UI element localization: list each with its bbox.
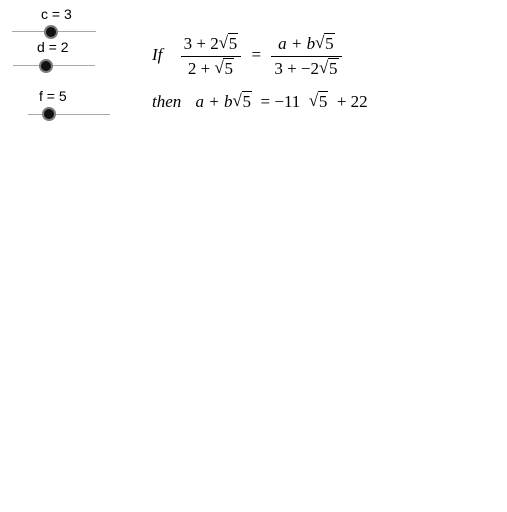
slider-d-handle[interactable] xyxy=(39,59,53,73)
rhs-num-text: a + b xyxy=(278,34,316,53)
sqrt-symbol: √ 5 xyxy=(232,91,253,111)
rhs-den-radicand: 5 xyxy=(328,58,339,78)
slider-c-handle[interactable] xyxy=(44,25,58,39)
then-word: then xyxy=(152,92,182,111)
lhs-den-text: 2 + xyxy=(187,59,215,78)
rhs-num-radicand: 5 xyxy=(324,33,335,53)
result-expr-radicand: 5 xyxy=(241,91,253,111)
slider-d-track[interactable] xyxy=(13,65,95,66)
lhs-num-text: 3 + 2 xyxy=(183,34,219,53)
rhs-den-text: 3 + −2 xyxy=(274,59,320,78)
sqrt-symbol: √ 5 xyxy=(319,58,339,78)
rhs-fraction: a + b √ 5 3 + −2 √ 5 xyxy=(271,33,342,79)
rhs-denominator: 3 + −2 √ 5 xyxy=(271,58,341,79)
sqrt-symbol: √ 5 xyxy=(218,33,239,53)
lhs-numerator: 3 + 2 √ 5 xyxy=(181,33,242,54)
lhs-denominator: 2 + √ 5 xyxy=(181,58,242,79)
slider-f-track[interactable] xyxy=(28,114,110,115)
slider-f-label: f = 5 xyxy=(39,88,67,104)
sqrt-symbol: √ 5 xyxy=(308,91,329,111)
if-word: If xyxy=(152,45,163,65)
sqrt-symbol: √ 5 xyxy=(214,58,234,78)
lhs-den-radicand: 5 xyxy=(223,58,234,78)
sqrt-symbol: √ 5 xyxy=(315,33,335,53)
slider-d-label: d = 2 xyxy=(37,39,69,55)
lhs-fraction: 3 + 2 √ 5 2 + √ 5 xyxy=(180,33,242,79)
slider-c-label: c = 3 xyxy=(41,6,72,22)
equation-result: then a + b √ 5 = −11 √ 5 + 22 xyxy=(152,91,368,112)
rhs-numerator: a + b √ 5 xyxy=(271,33,341,54)
lhs-num-radicand: 5 xyxy=(227,33,239,53)
equation-statement: If 3 + 2 √ 5 2 + √ 5 = a + b √ 5 3 + −2 √ 5 xyxy=(152,33,342,79)
result-expr-text: a + b xyxy=(195,92,233,111)
result-tail-text: + 22 xyxy=(332,92,368,111)
slider-f-handle[interactable] xyxy=(42,107,56,121)
result-equals-text: = −11 xyxy=(256,92,305,111)
equals-sign: = xyxy=(251,45,262,65)
result-ans-radicand: 5 xyxy=(317,91,329,111)
